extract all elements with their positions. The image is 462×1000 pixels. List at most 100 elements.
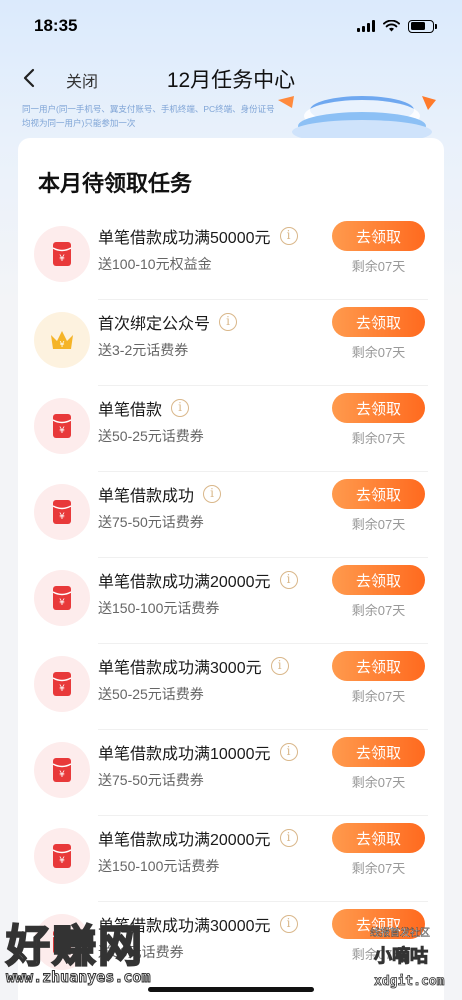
task-icon-container: ¥	[34, 656, 90, 712]
task-icon-container: ¥	[34, 398, 90, 454]
claim-button[interactable]: 去领取	[332, 479, 425, 509]
task-reward: 送3-2元话费券	[98, 342, 189, 358]
task-name: 首次绑定公众号 i	[98, 310, 238, 334]
task-reward: 送75-50元话费券	[98, 772, 204, 788]
task-reward: 送150-100元话费券	[98, 858, 220, 874]
task-name-text: 单笔借款成功满20000元	[98, 832, 271, 849]
red-envelope-icon: ¥	[52, 586, 72, 610]
info-icon[interactable]: i	[279, 829, 298, 847]
red-envelope-icon: ¥	[52, 414, 72, 438]
status-bar: 18:35	[0, 0, 462, 52]
red-envelope-icon: ¥	[52, 500, 72, 524]
days-remaining: 剩余07天	[351, 517, 406, 532]
claim-button[interactable]: 去领取	[332, 651, 425, 681]
days-remaining: 剩余07天	[351, 431, 406, 446]
svg-text:¥: ¥	[59, 856, 65, 866]
wifi-icon	[383, 20, 400, 32]
task-item: ¥ 单笔借款成功满3000元 i 送50-25元话费券 去领取 剩余07天	[18, 644, 444, 730]
task-item: ¥ 单笔借款成功满30000元 i 送50元话费券 去领取 剩余07天	[18, 902, 444, 988]
task-name: 单笔借款成功满30000元 i	[98, 912, 298, 936]
svg-text:¥: ¥	[59, 254, 65, 264]
crown-icon: ¥	[51, 331, 73, 349]
red-envelope-icon: ¥	[52, 930, 72, 954]
info-icon[interactable]: i	[203, 485, 222, 503]
task-reward: 送50-25元话费券	[98, 428, 204, 444]
info-icon[interactable]: i	[279, 915, 298, 933]
claim-button[interactable]: 去领取	[332, 307, 425, 337]
days-remaining: 剩余07天	[351, 603, 406, 618]
task-reward: 送100-10元权益金	[98, 256, 212, 272]
task-name-text: 单笔借款成功	[98, 488, 195, 505]
info-icon[interactable]: i	[279, 743, 298, 761]
nav-bar: 关闭 12月任务中心	[0, 56, 462, 100]
participation-notice: 同一用户(同一手机号、翼支付账号、手机终端、PC终端、身份证号均视为同一用户)只…	[22, 104, 275, 128]
task-item: ¥ 单笔借款成功 i 送75-50元话费券 去领取 剩余07天	[18, 472, 444, 558]
task-item: ¥ 单笔借款成功满50000元 i 送100-10元权益金 去领取 剩余07天	[18, 214, 444, 300]
info-icon[interactable]: i	[279, 227, 298, 245]
task-name-text: 单笔借款	[98, 402, 163, 419]
task-icon-container: ¥	[34, 312, 90, 368]
task-name-text: 单笔借款成功满50000元	[98, 230, 271, 247]
days-remaining: 剩余07天	[351, 345, 406, 360]
days-remaining: 剩余07天	[351, 259, 406, 274]
svg-text:¥: ¥	[59, 942, 65, 952]
task-item: ¥ 首次绑定公众号 i 送3-2元话费券 去领取 剩余07天	[18, 300, 444, 386]
page-title: 12月任务中心	[166, 69, 296, 92]
task-icon-container: ¥	[34, 226, 90, 282]
task-reward: 送50-25元话费券	[98, 686, 204, 702]
task-item: ¥ 单笔借款 i 送50-25元话费券 去领取 剩余07天	[18, 386, 444, 472]
days-remaining: 剩余07天	[351, 775, 406, 790]
status-time: 18:35	[34, 16, 78, 35]
task-name-text: 首次绑定公众号	[98, 316, 211, 333]
monthly-tasks-card: 本月待领取任务 ¥ 单笔借款成功满50000元 i 送100-10元权益金 去领取…	[18, 138, 444, 1000]
claim-button[interactable]: 去领取	[332, 221, 425, 251]
task-reward: 送75-50元话费券	[98, 514, 204, 530]
task-name-text: 单笔借款成功满3000元	[98, 660, 262, 677]
task-icon-container: ¥	[34, 570, 90, 626]
cellular-signal-icon	[357, 20, 375, 32]
red-envelope-icon: ¥	[52, 758, 72, 782]
task-item: ¥ 单笔借款成功满20000元 i 送150-100元话费券 去领取 剩余07天	[18, 816, 444, 902]
task-icon-container: ¥	[34, 914, 90, 970]
banner-decoration-illustration	[278, 96, 436, 140]
red-envelope-icon: ¥	[52, 844, 72, 868]
svg-text:¥: ¥	[59, 684, 65, 694]
info-icon[interactable]: i	[279, 571, 298, 589]
task-name: 单笔借款 i	[98, 396, 190, 420]
info-icon[interactable]: i	[171, 399, 190, 417]
svg-text:¥: ¥	[59, 598, 65, 608]
task-name: 单笔借款成功满50000元 i	[98, 224, 298, 248]
claim-button[interactable]: 去领取	[332, 909, 425, 939]
red-envelope-icon: ¥	[52, 672, 72, 696]
task-list: ¥ 单笔借款成功满50000元 i 送100-10元权益金 去领取 剩余07天 ¥…	[18, 214, 444, 988]
task-name: 单笔借款成功满20000元 i	[98, 568, 298, 592]
days-remaining: 剩余07天	[351, 861, 406, 876]
task-reward: 送150-100元话费券	[98, 600, 220, 616]
task-name-text: 单笔借款成功满10000元	[98, 746, 271, 763]
task-icon-container: ¥	[34, 828, 90, 884]
card-title: 本月待领取任务	[38, 171, 193, 196]
svg-text:¥: ¥	[59, 426, 65, 436]
info-icon[interactable]: i	[219, 313, 238, 331]
task-item: ¥ 单笔借款成功满10000元 i 送75-50元话费券 去领取 剩余07天	[18, 730, 444, 816]
svg-text:¥: ¥	[59, 512, 65, 522]
claim-button[interactable]: 去领取	[332, 565, 425, 595]
task-name: 单笔借款成功满10000元 i	[98, 740, 298, 764]
task-name-text: 单笔借款成功满20000元	[98, 574, 271, 591]
red-envelope-icon: ¥	[52, 242, 72, 266]
svg-text:¥: ¥	[59, 770, 65, 780]
days-remaining: 剩余07天	[351, 947, 406, 962]
task-icon-container: ¥	[34, 484, 90, 540]
days-remaining: 剩余07天	[351, 689, 406, 704]
task-reward: 送50元话费券	[98, 944, 184, 960]
task-item: ¥ 单笔借款成功满20000元 i 送150-100元话费券 去领取 剩余07天	[18, 558, 444, 644]
claim-button[interactable]: 去领取	[332, 823, 425, 853]
svg-text:¥: ¥	[59, 340, 64, 349]
task-name: 单笔借款成功 i	[98, 482, 222, 506]
task-name: 单笔借款成功满3000元 i	[98, 654, 289, 678]
claim-button[interactable]: 去领取	[332, 737, 425, 767]
home-indicator[interactable]	[148, 987, 314, 992]
task-icon-container: ¥	[34, 742, 90, 798]
claim-button[interactable]: 去领取	[332, 393, 425, 423]
info-icon[interactable]: i	[270, 657, 289, 675]
